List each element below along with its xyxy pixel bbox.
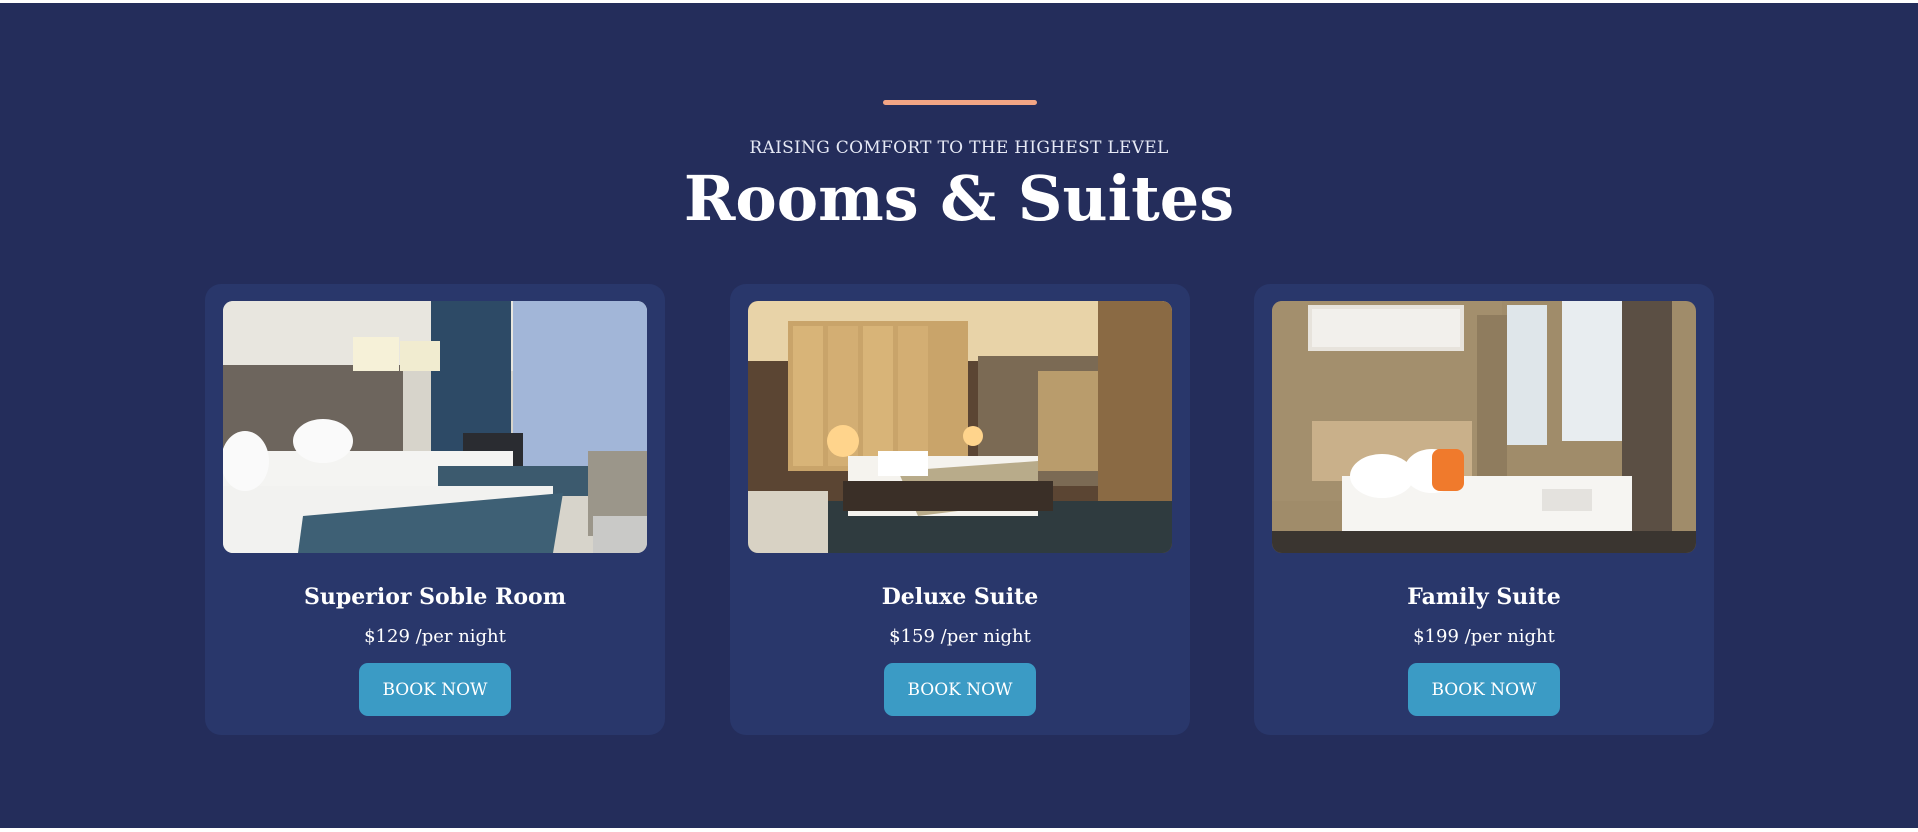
book-now-button[interactable]: BOOK NOW bbox=[1408, 663, 1560, 716]
room-price: $129 /per night bbox=[364, 626, 506, 647]
room-price: $199 /per night bbox=[1413, 626, 1555, 647]
book-now-button[interactable]: BOOK NOW bbox=[884, 663, 1036, 716]
accent-divider bbox=[883, 100, 1037, 105]
room-card: Family Suite $199 /per night BOOK NOW bbox=[1254, 284, 1714, 735]
section-title: Rooms & Suites bbox=[683, 162, 1235, 235]
deluxe-suite-image bbox=[748, 301, 1172, 553]
room-photo[interactable] bbox=[1272, 301, 1696, 553]
room-photo[interactable] bbox=[748, 301, 1172, 553]
family-suite-image bbox=[1272, 301, 1696, 553]
room-photo[interactable] bbox=[223, 301, 647, 553]
room-name: Superior Soble Room bbox=[303, 584, 566, 610]
rooms-section: RAISING COMFORT TO THE HIGHEST LEVEL Roo… bbox=[0, 3, 1918, 828]
room-name: Deluxe Suite bbox=[881, 584, 1039, 610]
book-now-button[interactable]: BOOK NOW bbox=[359, 663, 511, 716]
room-card: Deluxe Suite $159 /per night BOOK NOW bbox=[730, 284, 1190, 735]
section-kicker: RAISING COMFORT TO THE HIGHEST LEVEL bbox=[749, 138, 1169, 158]
room-price: $159 /per night bbox=[889, 626, 1031, 647]
twin-bedroom-image bbox=[223, 301, 647, 553]
room-card: Superior Soble Room $129 /per night BOOK… bbox=[205, 284, 665, 735]
room-name: Family Suite bbox=[1407, 584, 1561, 610]
